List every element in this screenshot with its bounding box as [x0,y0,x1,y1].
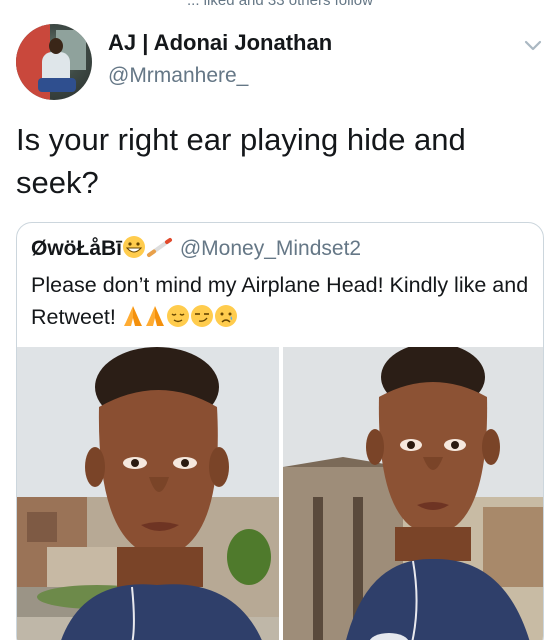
quoted-display-name: ØwöŁåBī [31,237,123,260]
quoted-media-photo[interactable] [17,347,279,640]
selfie-image [283,347,543,640]
folded-hands-icon [145,306,164,326]
author-username[interactable]: @Mrmanhere_ [108,64,248,88]
author-display-name[interactable]: AJ | Adonai Jonathan [108,30,332,56]
avatar[interactable] [16,24,92,100]
grinning-face-icon [123,236,146,258]
sad-face-icon [214,305,237,327]
quoted-tweet-card[interactable]: ØwöŁåBī @Money_Mindset2 Please don’t min… [16,222,544,640]
tweet-options-button[interactable] [522,34,544,56]
smirking-face-icon [190,305,213,327]
tweet-text: Is your right ear playing hide and seek? [16,122,466,200]
cigarette-icon [147,238,173,257]
quoted-tweet-header: ØwöŁåBī @Money_Mindset2 [31,235,361,265]
quoted-media-photo[interactable] [283,347,543,640]
quoted-username: @Money_Mindset2 [179,237,362,260]
folded-hands-icon [123,306,142,326]
quoted-tweet-body: Please don’t mind my Airplane Head! Kind… [31,273,529,329]
selfie-image [17,347,279,640]
chevron-down-icon [524,40,542,51]
social-context: ... liked and 33 others follow [187,0,373,9]
tweet-header: AJ | Adonai Jonathan @Mrmanhere_ [16,24,544,100]
quoted-tweet-text: Please don’t mind my Airplane Head! Kind… [31,269,531,333]
relieved-face-icon [166,305,189,327]
